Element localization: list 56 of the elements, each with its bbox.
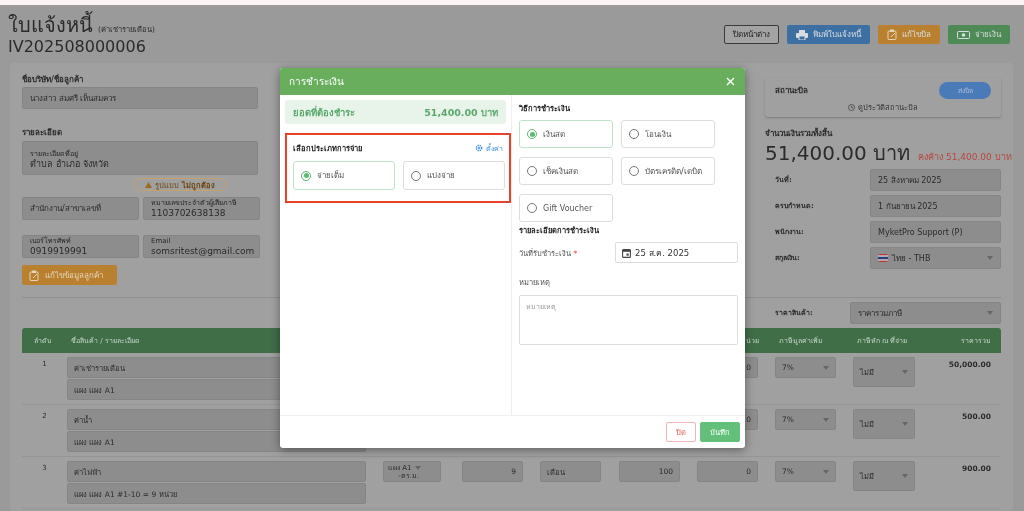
radio-option[interactable]: เงินสด [519, 120, 613, 148]
close-icon[interactable] [726, 77, 735, 86]
calendar-icon [622, 247, 631, 258]
radio-option[interactable]: Gift Voucher [519, 194, 613, 222]
field-label: ชื่อบริษัท/ชื่อลูกค้า [22, 75, 84, 85]
clipboard-icon [887, 29, 897, 40]
pay-button[interactable]: จ่ายเงิน [948, 25, 1010, 44]
dialog-title: การชำระเงิน [289, 75, 344, 89]
field-value: 1103702638138 [151, 207, 226, 219]
radio-option[interactable]: เช็คเงินสด [519, 157, 613, 185]
warning-icon [145, 181, 153, 188]
info-field: 1 กันยายน 2025 [870, 195, 1001, 217]
caret-icon [415, 465, 422, 470]
banknote-icon [957, 30, 970, 39]
caret-icon [823, 469, 829, 474]
clipboard-icon [29, 269, 39, 281]
field-value: somsritest@gmail.com [151, 245, 255, 257]
field-value: 0919919991 [30, 245, 88, 257]
document-number: IV202508000006 [8, 37, 147, 57]
caret-icon [987, 311, 993, 315]
edit-customer-button[interactable]: แก้ไขข้อมูลลูกค้า [22, 265, 117, 285]
caret-icon [823, 417, 829, 422]
amount-due-value: 51,400.00 บาท [424, 105, 498, 120]
currency-value: ไทย - THB [892, 252, 931, 265]
date-field[interactable]: 25 ส.ค. 2025 [615, 242, 738, 263]
caret-icon [902, 370, 908, 374]
clock-icon [848, 103, 855, 111]
price-type-select[interactable]: ราคารวมภาษี [850, 302, 1001, 324]
total-label: จำนวนเงินรวมทั้งสิ้น [765, 129, 834, 139]
field-value: ตำบล อำเภอ จังหวัด [30, 158, 109, 170]
print-button[interactable]: พิมพ์ใบแจ้งหนี้ [787, 25, 870, 44]
total-amount: 51,400.00 บาท [765, 141, 911, 165]
thai-flag-icon [878, 254, 888, 262]
close-window-button[interactable]: ปิดหน้าต่าง [724, 25, 779, 44]
edit-bill-button[interactable]: แก้ไขบิล [878, 25, 940, 44]
select-value: ราคารวมภาษี [858, 307, 902, 320]
printer-icon [796, 29, 808, 40]
caret-icon [902, 422, 908, 426]
caret-icon [823, 365, 829, 370]
radio-option[interactable]: จ่ายเต็ม [293, 161, 395, 190]
radio-option[interactable]: แบ่งจ่าย [403, 161, 505, 190]
branch-field[interactable]: สำนักงาน/สาขาเลขที่ [22, 197, 139, 220]
info-field: 25 สิงหาคม 2025 [870, 169, 1001, 191]
customer-name-field[interactable]: นางสาว สมศรี เห็นสมควร [22, 87, 258, 109]
outstanding-amount: คงค้าง 51,400.00 บาท [918, 151, 1012, 164]
radio-option[interactable]: บัตรเครดิต/เดบิต [621, 157, 715, 185]
settings-icon [475, 144, 483, 152]
currency-select[interactable]: ไทย - THB [870, 247, 1001, 269]
amount-due-label: ยอดที่ต้องชำระ [293, 104, 355, 120]
radio-option[interactable]: โอนเงิน [621, 120, 715, 148]
info-field: MyketPro Support (P) [870, 221, 1001, 243]
section-label: รายละเอียด [22, 128, 63, 138]
page-title: ใบแจ้งหนี้ [8, 13, 93, 37]
caret-icon [902, 474, 908, 478]
status-label: สถานะบิล [775, 85, 808, 96]
caret-icon [987, 256, 993, 260]
